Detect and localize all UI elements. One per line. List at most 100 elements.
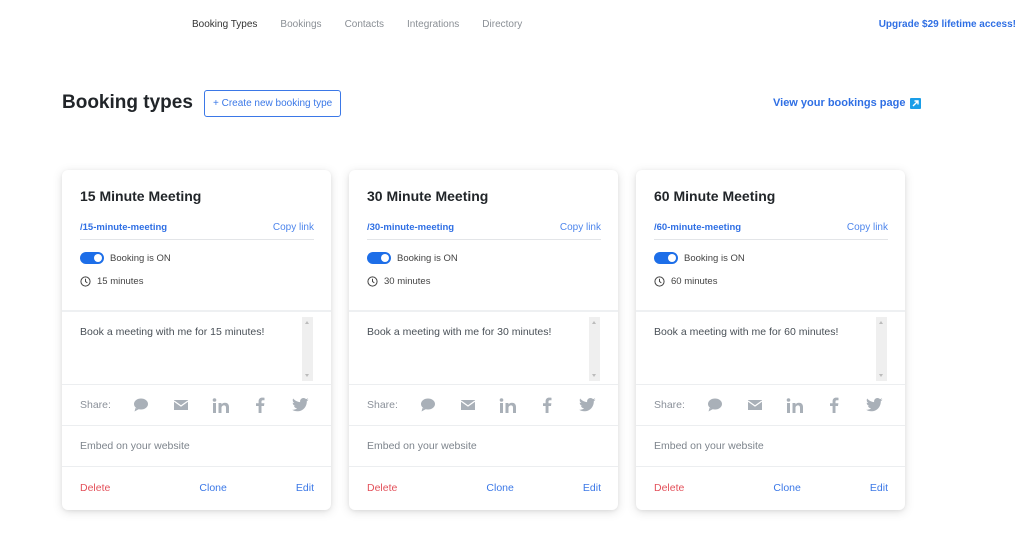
share-row: Share:	[636, 385, 905, 426]
linkedin-icon[interactable]	[786, 397, 804, 413]
external-link-icon	[910, 97, 922, 109]
description-text: Book a meeting with me for 15 minutes!	[80, 326, 265, 338]
linkedin-icon[interactable]	[212, 397, 230, 413]
booking-toggle[interactable]	[654, 252, 678, 264]
booking-slug-link[interactable]: /15-minute-meeting	[80, 222, 167, 233]
twitter-icon[interactable]	[291, 397, 309, 413]
email-icon[interactable]	[459, 397, 477, 413]
embed-on-website-link[interactable]: Embed on your website	[367, 440, 477, 452]
duration-label: 30 minutes	[384, 276, 431, 287]
description-scrollbar[interactable]	[876, 317, 887, 381]
edit-button[interactable]: Edit	[870, 482, 888, 494]
share-icons	[419, 397, 600, 413]
facebook-icon[interactable]	[538, 397, 556, 413]
view-bookings-page-link[interactable]: View your bookings page	[773, 97, 922, 109]
share-icons	[132, 397, 313, 413]
card-title: 30 Minute Meeting	[367, 188, 489, 204]
chat-icon[interactable]	[706, 397, 724, 413]
card-title: 15 Minute Meeting	[80, 188, 202, 204]
booking-type-card: 30 Minute Meeting /30-minute-meeting Cop…	[349, 170, 618, 510]
booking-type-card: 60 Minute Meeting /60-minute-meeting Cop…	[636, 170, 905, 510]
share-label: Share:	[654, 399, 685, 411]
booking-toggle-row: Booking is ON	[654, 252, 888, 264]
card-title: 60 Minute Meeting	[654, 188, 776, 204]
scroll-up-arrow-icon[interactable]	[305, 321, 309, 324]
clock-icon	[80, 276, 91, 287]
clone-button[interactable]: Clone	[773, 482, 800, 494]
copy-link-button[interactable]: Copy link	[560, 222, 601, 233]
description-text: Book a meeting with me for 60 minutes!	[654, 326, 839, 338]
edit-button[interactable]: Edit	[583, 482, 601, 494]
duration-row: 30 minutes	[367, 276, 601, 287]
duration-row: 15 minutes	[80, 276, 314, 287]
scroll-up-arrow-icon[interactable]	[592, 321, 596, 324]
scroll-down-arrow-icon[interactable]	[305, 374, 309, 377]
booking-slug-link[interactable]: /30-minute-meeting	[367, 222, 454, 233]
delete-button[interactable]: Delete	[80, 482, 110, 494]
share-row: Share:	[62, 385, 331, 426]
duration-row: 60 minutes	[654, 276, 888, 287]
description-scrollbar[interactable]	[589, 317, 600, 381]
tab-booking-types[interactable]: Booking Types	[192, 19, 257, 30]
delete-button[interactable]: Delete	[367, 482, 397, 494]
facebook-icon[interactable]	[251, 397, 269, 413]
copy-link-button[interactable]: Copy link	[273, 222, 314, 233]
share-label: Share:	[367, 399, 398, 411]
booking-toggle[interactable]	[80, 252, 104, 264]
slug-row: /60-minute-meeting Copy link	[654, 222, 888, 240]
create-booking-type-button[interactable]: + Create new booking type	[204, 90, 342, 117]
copy-link-button[interactable]: Copy link	[847, 222, 888, 233]
slug-row: /15-minute-meeting Copy link	[80, 222, 314, 240]
tab-directory[interactable]: Directory	[482, 19, 522, 30]
tab-contacts[interactable]: Contacts	[345, 19, 384, 30]
share-icons	[706, 397, 887, 413]
booking-status-label: Booking is ON	[397, 252, 458, 264]
card-header: 15 Minute Meeting /15-minute-meeting Cop…	[62, 170, 331, 312]
description-area[interactable]: Book a meeting with me for 15 minutes!	[62, 312, 331, 385]
facebook-icon[interactable]	[825, 397, 843, 413]
clock-icon	[367, 276, 378, 287]
booking-status-label: Booking is ON	[684, 252, 745, 264]
slug-row: /30-minute-meeting Copy link	[367, 222, 601, 240]
embed-on-website-link[interactable]: Embed on your website	[654, 440, 764, 452]
tab-bookings[interactable]: Bookings	[280, 19, 321, 30]
description-area[interactable]: Book a meeting with me for 60 minutes!	[636, 312, 905, 385]
linkedin-icon[interactable]	[499, 397, 517, 413]
view-bookings-page-label: View your bookings page	[773, 97, 906, 109]
clone-button[interactable]: Clone	[486, 482, 513, 494]
description-scrollbar[interactable]	[302, 317, 313, 381]
description-text: Book a meeting with me for 30 minutes!	[367, 326, 552, 338]
scroll-down-arrow-icon[interactable]	[592, 374, 596, 377]
booking-type-card: 15 Minute Meeting /15-minute-meeting Cop…	[62, 170, 331, 510]
booking-toggle-row: Booking is ON	[80, 252, 314, 264]
scroll-down-arrow-icon[interactable]	[879, 374, 883, 377]
duration-label: 60 minutes	[671, 276, 718, 287]
share-label: Share:	[80, 399, 111, 411]
booking-status-label: Booking is ON	[110, 252, 171, 264]
page-title: Booking types	[62, 92, 193, 113]
embed-row: Embed on your website	[636, 426, 905, 467]
card-actions: Delete Clone Edit	[636, 467, 905, 509]
duration-label: 15 minutes	[97, 276, 144, 287]
booking-slug-link[interactable]: /60-minute-meeting	[654, 222, 741, 233]
tab-integrations[interactable]: Integrations	[407, 19, 459, 30]
email-icon[interactable]	[172, 397, 190, 413]
edit-button[interactable]: Edit	[296, 482, 314, 494]
chat-icon[interactable]	[132, 397, 150, 413]
booking-toggle[interactable]	[367, 252, 391, 264]
card-actions: Delete Clone Edit	[349, 467, 618, 509]
share-row: Share:	[349, 385, 618, 426]
chat-icon[interactable]	[419, 397, 437, 413]
scroll-up-arrow-icon[interactable]	[879, 321, 883, 324]
clone-button[interactable]: Clone	[199, 482, 226, 494]
twitter-icon[interactable]	[578, 397, 596, 413]
upgrade-link[interactable]: Upgrade $29 lifetime access!	[879, 19, 1016, 30]
delete-button[interactable]: Delete	[654, 482, 684, 494]
embed-on-website-link[interactable]: Embed on your website	[80, 440, 190, 452]
card-actions: Delete Clone Edit	[62, 467, 331, 509]
description-area[interactable]: Book a meeting with me for 30 minutes!	[349, 312, 618, 385]
twitter-icon[interactable]	[865, 397, 883, 413]
top-navigation: Booking Types Bookings Contacts Integrat…	[0, 0, 1024, 50]
email-icon[interactable]	[746, 397, 764, 413]
embed-row: Embed on your website	[62, 426, 331, 467]
